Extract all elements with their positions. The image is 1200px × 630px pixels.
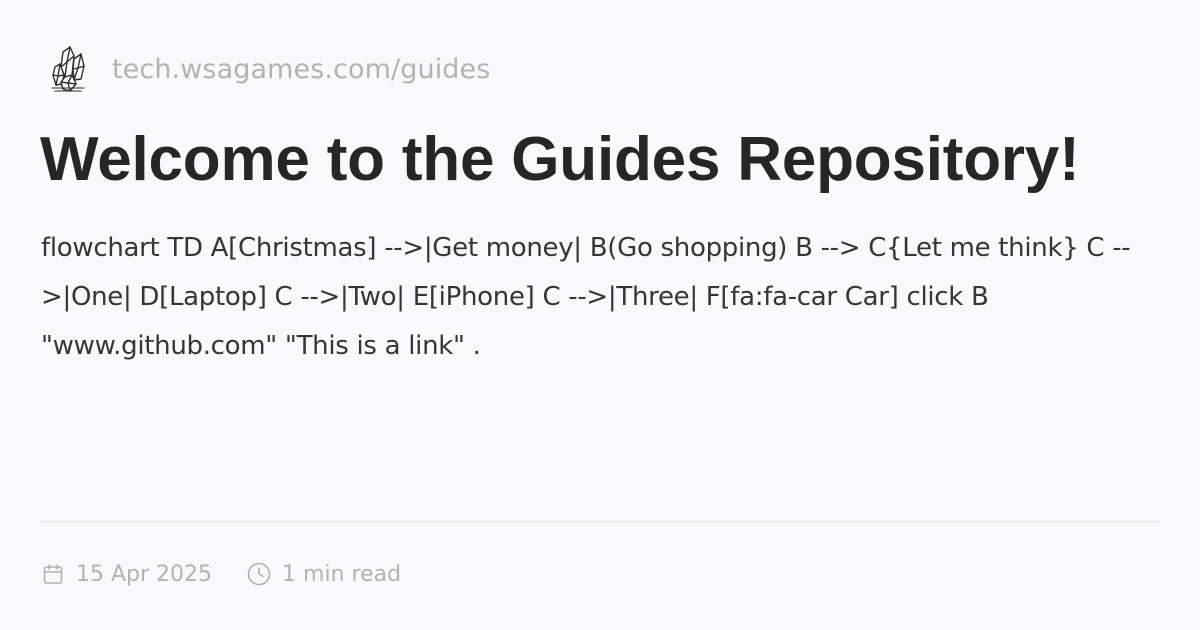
clock-icon [246,561,272,587]
publish-date-text: 15 Apr 2025 [76,561,213,587]
publish-date: 15 Apr 2025 [40,561,212,587]
calendar-icon [40,561,66,587]
divider [40,521,1160,522]
site-url-link[interactable]: tech.wsagames.com/guides [112,54,490,85]
page-title: Welcome to the Guides Repository! [40,125,1080,194]
article-meta: 15 Apr 2025 1 min read [40,556,401,592]
site-header: tech.wsagames.com/guides [48,42,490,96]
article-description: flowchart TD A[Christmas] -->|Get money|… [41,233,1131,361]
crystal-cluster-icon[interactable] [48,42,88,96]
read-time: 1 min read [246,561,401,587]
read-time-text: 1 min read [282,561,402,587]
